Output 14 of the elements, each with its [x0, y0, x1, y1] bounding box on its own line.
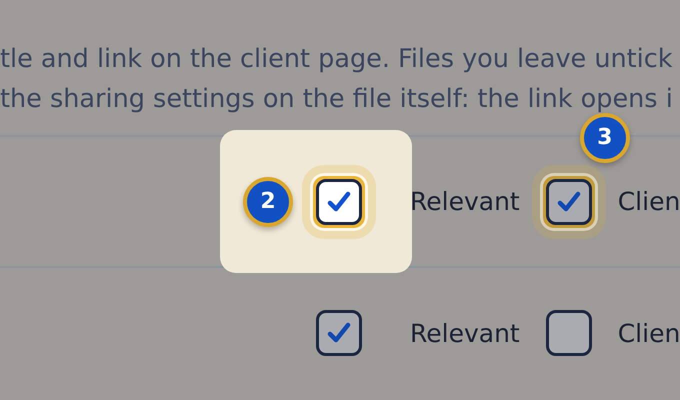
checkbox[interactable] — [316, 310, 362, 356]
checkbox[interactable] — [546, 310, 592, 356]
checkbox-label: Clien — [618, 187, 680, 216]
checkbox[interactable] — [316, 178, 362, 224]
checkmark-icon — [327, 190, 351, 212]
checkbox-label: Relevant — [410, 187, 520, 216]
checkbox-label: Relevant — [410, 318, 520, 348]
step-badge: 2 — [243, 176, 293, 226]
checkbox-label: Clien — [618, 318, 680, 348]
checkmark-icon — [327, 322, 351, 344]
checkbox[interactable] — [546, 178, 592, 224]
step-badge: 3 — [580, 112, 630, 162]
checkmark-icon — [556, 190, 581, 212]
description-text: tle and link on the client page. Files you leave untick — [0, 43, 673, 76]
